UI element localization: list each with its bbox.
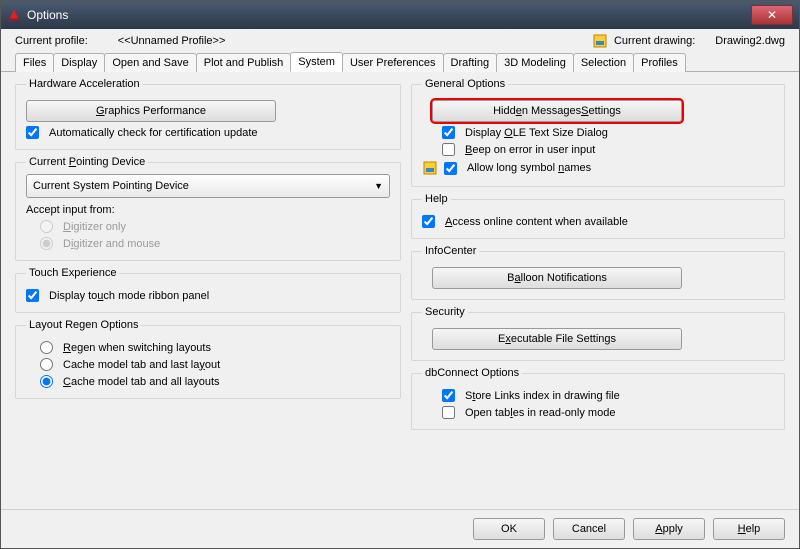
group-dbconnect: dbConnect Options Store Links index in d… xyxy=(411,367,785,430)
tab-drafting[interactable]: Drafting xyxy=(443,53,498,72)
balloon-notifications-button[interactable]: Balloon Notifications xyxy=(432,267,682,289)
pointing-device-value: Current System Pointing Device xyxy=(33,180,189,192)
tab-open-and-save[interactable]: Open and Save xyxy=(104,53,196,72)
pointing-device-select[interactable]: Current System Pointing Device ▼ xyxy=(26,174,390,198)
options-dialog: Options ✕ Current profile: <<Unnamed Pro… xyxy=(0,0,800,549)
legend-dbconnect: dbConnect Options xyxy=(422,367,522,379)
group-hardware-acceleration: Hardware Acceleration Graphics Performan… xyxy=(15,78,401,150)
online-content-checkbox[interactable] xyxy=(422,215,435,228)
cache-last-label: Cache model tab and last layout xyxy=(63,359,220,371)
current-profile-value: <<Unnamed Profile>> xyxy=(118,35,226,47)
hidden-messages-settings-button[interactable]: Hidden Messages Settings xyxy=(432,100,682,122)
tab-files[interactable]: Files xyxy=(15,53,54,72)
profile-info-row: Current profile: <<Unnamed Profile>> Cur… xyxy=(1,29,799,51)
cache-all-label: Cache model tab and all layouts xyxy=(63,376,220,388)
touch-mode-checkbox[interactable] xyxy=(26,289,39,302)
cache-all-radio[interactable] xyxy=(40,375,53,388)
store-links-checkbox[interactable] xyxy=(442,389,455,402)
tab-selection[interactable]: Selection xyxy=(573,53,634,72)
digitizer-only-radio xyxy=(40,220,53,233)
tab-user-preferences[interactable]: User Preferences xyxy=(342,53,444,72)
group-touch-experience: Touch Experience Display touch mode ribb… xyxy=(15,267,401,313)
long-symbol-names-checkbox[interactable] xyxy=(444,162,457,175)
ole-text-size-checkbox[interactable] xyxy=(442,126,455,139)
current-profile-label: Current profile: xyxy=(15,35,88,47)
apply-button[interactable]: Apply xyxy=(633,518,705,540)
legend-touch-experience: Touch Experience xyxy=(26,267,119,279)
tab-profiles[interactable]: Profiles xyxy=(633,53,686,72)
window-title: Options xyxy=(27,8,751,22)
digitizer-mouse-label: Digitizer and mouse xyxy=(63,238,160,250)
readonly-tables-checkbox[interactable] xyxy=(442,406,455,419)
left-column: Hardware Acceleration Graphics Performan… xyxy=(15,78,401,505)
close-icon: ✕ xyxy=(767,9,777,21)
accept-input-label: Accept input from: xyxy=(26,204,390,216)
readonly-tables-label: Open tables in read-only mode xyxy=(465,407,615,419)
regen-switching-label: Regen when switching layouts xyxy=(63,342,211,354)
chevron-down-icon: ▼ xyxy=(374,181,383,191)
tab-display[interactable]: Display xyxy=(53,53,105,72)
executable-file-settings-button[interactable]: Executable File Settings xyxy=(432,328,682,350)
beep-error-checkbox[interactable] xyxy=(442,143,455,156)
group-layout-regen: Layout Regen Options Regen when switchin… xyxy=(15,319,401,399)
long-symbol-names-label: Allow long symbol names xyxy=(467,162,591,174)
legend-general-options: General Options xyxy=(422,78,508,90)
group-security: Security Executable File Settings xyxy=(411,306,785,361)
touch-mode-label: Display touch mode ribbon panel xyxy=(49,290,209,302)
group-help: Help Access online content when availabl… xyxy=(411,193,785,239)
tab-plot-and-publish[interactable]: Plot and Publish xyxy=(196,53,292,72)
current-drawing-label: Current drawing: xyxy=(614,35,695,47)
auto-cert-update-label: Automatically check for certification up… xyxy=(49,127,258,139)
tab-body: Hardware Acceleration Graphics Performan… xyxy=(1,72,799,509)
group-general-options: General Options Hidden Messages Settings… xyxy=(411,78,785,187)
drawing-small-icon xyxy=(422,160,438,176)
auto-cert-update-checkbox[interactable] xyxy=(26,126,39,139)
close-button[interactable]: ✕ xyxy=(751,5,793,25)
right-column: General Options Hidden Messages Settings… xyxy=(411,78,785,505)
beep-error-label: Beep on error in user input xyxy=(465,144,595,156)
app-icon xyxy=(7,8,21,22)
legend-help: Help xyxy=(422,193,451,205)
graphics-performance-button[interactable]: Graphics Performance xyxy=(26,100,276,122)
digitizer-mouse-radio xyxy=(40,237,53,250)
legend-layout-regen: Layout Regen Options xyxy=(26,319,141,331)
regen-switching-radio[interactable] xyxy=(40,341,53,354)
group-infocenter: InfoCenter Balloon Notifications xyxy=(411,245,785,300)
group-pointing-device: Current Pointing Device Current System P… xyxy=(15,156,401,261)
titlebar[interactable]: Options ✕ xyxy=(1,1,799,29)
help-button[interactable]: Help xyxy=(713,518,785,540)
cancel-button[interactable]: Cancel xyxy=(553,518,625,540)
store-links-label: Store Links index in drawing file xyxy=(465,390,620,402)
legend-security: Security xyxy=(422,306,468,318)
current-drawing-value: Drawing2.dwg xyxy=(715,35,785,47)
dialog-footer: OK Cancel Apply Help xyxy=(1,509,799,548)
legend-hardware-acceleration: Hardware Acceleration xyxy=(26,78,143,90)
online-content-label: Access online content when available xyxy=(445,216,628,228)
legend-infocenter: InfoCenter xyxy=(422,245,479,257)
ole-text-size-label: Display OLE Text Size Dialog xyxy=(465,127,608,139)
tab-3d-modeling[interactable]: 3D Modeling xyxy=(496,53,574,72)
ok-button[interactable]: OK xyxy=(473,518,545,540)
drawing-icon xyxy=(592,33,608,49)
cache-last-radio[interactable] xyxy=(40,358,53,371)
legend-pointing-device: Current Pointing Device xyxy=(26,156,148,168)
tab-system[interactable]: System xyxy=(290,52,343,72)
digitizer-only-label: Digitizer only xyxy=(63,221,126,233)
tab-bar: Files Display Open and Save Plot and Pub… xyxy=(1,51,799,72)
